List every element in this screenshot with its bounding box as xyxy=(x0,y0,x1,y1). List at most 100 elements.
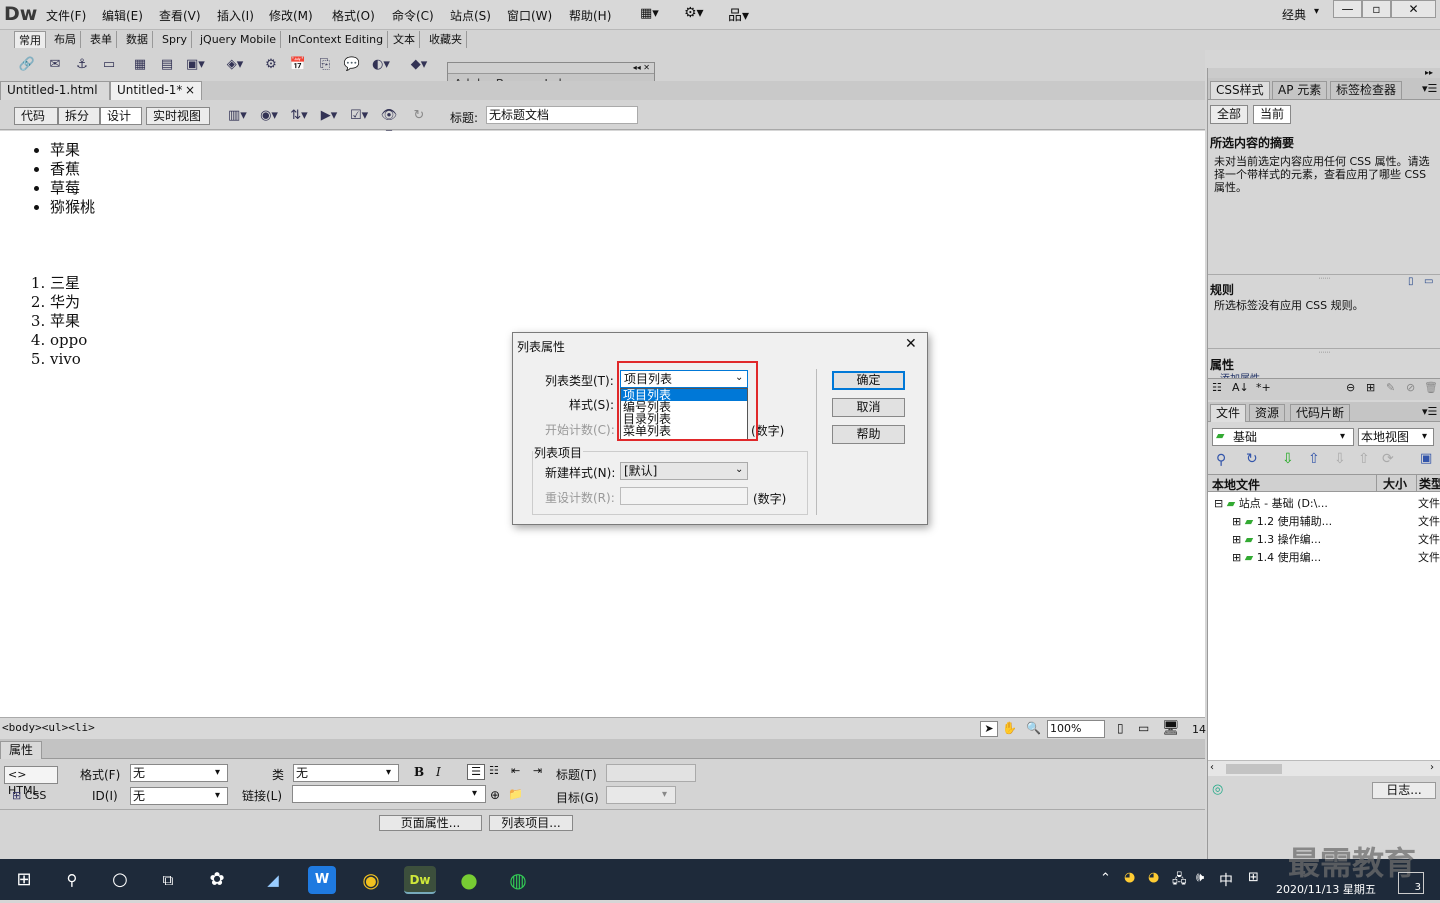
tab-jquery-mobile[interactable]: jQuery Mobile xyxy=(196,31,282,48)
show-cascade-icon[interactable]: ▭ xyxy=(1424,276,1433,287)
tab-ap-elements[interactable]: AP 元素 xyxy=(1272,81,1328,99)
table-icon[interactable]: ▦ xyxy=(131,56,149,74)
layout-icon[interactable]: ▦▾ xyxy=(640,6,659,21)
tab-layout[interactable]: 布局 xyxy=(50,31,81,48)
media-icon[interactable]: ◈▾ xyxy=(226,56,244,74)
expand-icon[interactable]: ▣ xyxy=(1420,451,1432,466)
unordered-list[interactable]: 苹果 香蕉 草莓 猕猴桃 xyxy=(30,141,95,217)
file-tree[interactable]: ⊟ ▰ 站点 - 基础 (D:\... 文件 ⊞ ▰ 1.2 使用辅助... 文… xyxy=(1208,492,1440,760)
restore-button[interactable]: ▫ xyxy=(1362,0,1391,18)
indent-icon[interactable]: ⇥ xyxy=(533,764,542,777)
design-view-button[interactable]: 设计 xyxy=(100,107,142,125)
menu-view[interactable]: 查看(V) xyxy=(159,7,201,24)
zoom-icon[interactable]: 🔍 xyxy=(1026,721,1041,735)
sync-icon[interactable]: ⟳ xyxy=(1382,451,1394,467)
props-tab[interactable]: 属性 xyxy=(0,741,43,759)
tree-row[interactable]: ⊞ ▰ 1.2 使用辅助... xyxy=(1232,513,1332,529)
link-input[interactable] xyxy=(292,785,486,803)
tab-spry[interactable]: Spry xyxy=(158,31,192,48)
list-item[interactable]: oppo xyxy=(50,331,87,350)
col-size[interactable]: 大小 xyxy=(1376,475,1416,491)
list-item[interactable]: 草莓 xyxy=(50,179,95,198)
image-icon[interactable]: ▣▾ xyxy=(186,56,205,74)
tab-files[interactable]: 文件 xyxy=(1210,404,1247,422)
hr-icon[interactable]: ▭ xyxy=(100,56,118,74)
head-icon[interactable]: ◐▾ xyxy=(372,56,390,74)
tray-expand-icon[interactable]: ⌃ xyxy=(1100,871,1111,886)
tag-selector[interactable]: <body><ul><li> xyxy=(2,721,95,734)
list-item[interactable]: 华为 xyxy=(50,293,87,312)
file-management-icon[interactable]: ⇅▾ xyxy=(290,107,308,125)
tab-incontext[interactable]: InContext Editing xyxy=(284,31,389,48)
menu-site[interactable]: 站点(S) xyxy=(450,7,491,24)
list-item[interactable]: 苹果 xyxy=(50,141,95,160)
tab-text[interactable]: 文本 xyxy=(389,31,420,48)
menu-insert[interactable]: 插入(I) xyxy=(217,7,254,24)
tab-tag-inspector[interactable]: 标签检查器 xyxy=(1330,81,1403,99)
panel-collapse-icon[interactable]: ◂◂ ✕ xyxy=(448,63,654,73)
close-button[interactable]: ✕ xyxy=(1391,0,1436,18)
volume-icon[interactable]: 🕪 xyxy=(1196,870,1204,885)
notification-icon[interactable]: 3 xyxy=(1398,872,1424,894)
splitter[interactable]: ⋯⋯ xyxy=(1208,348,1440,356)
visual-aids-icon[interactable]: 👁▾ xyxy=(380,107,398,141)
bold-button[interactable]: B xyxy=(414,765,424,779)
expand-icon[interactable]: ⊞ xyxy=(1232,515,1241,528)
cortana-icon[interactable]: ○ xyxy=(106,866,134,894)
browser-app-icon[interactable]: ◍ xyxy=(504,866,532,894)
code-view-button[interactable]: 代码 xyxy=(14,107,58,125)
task-view-icon[interactable]: ⧉ xyxy=(154,866,182,894)
ok-button[interactable]: 确定 xyxy=(832,371,905,390)
tree-row[interactable]: ⊞ ▰ 1.4 使用编... xyxy=(1232,549,1321,565)
div-icon[interactable]: ▤ xyxy=(158,56,176,74)
format-select[interactable]: 无 xyxy=(130,764,228,782)
site-status-icon[interactable]: ◎ xyxy=(1212,782,1223,797)
w3c-icon[interactable]: ▶▾ xyxy=(320,107,338,125)
minimize-button[interactable]: — xyxy=(1333,0,1362,18)
list-item[interactable]: 猕猴桃 xyxy=(50,198,95,217)
list-item-button[interactable]: 列表项目... xyxy=(489,815,573,831)
list-item[interactable]: vivo xyxy=(50,350,87,369)
gear-icon[interactable]: ⚙▾ xyxy=(684,5,704,21)
tab-favorites[interactable]: 收藏夹 xyxy=(425,31,467,48)
browse-folder-icon[interactable]: 📁 xyxy=(508,787,523,801)
workspace-switcher[interactable]: 经典 xyxy=(1282,6,1306,23)
panel-collapse-icon[interactable]: ▸▸ xyxy=(1208,68,1440,78)
id-select[interactable]: 无 xyxy=(130,787,228,805)
css-mode-button[interactable]: ⊞ CSS xyxy=(12,789,46,802)
edit-rule-icon[interactable]: ✎ xyxy=(1386,381,1395,394)
list-item[interactable]: 香蕉 xyxy=(50,160,95,179)
tab-data[interactable]: 数据 xyxy=(122,31,153,48)
search-icon[interactable]: ⚲ xyxy=(58,866,86,894)
checkin-icon[interactable]: ⇧ xyxy=(1358,451,1370,467)
outdent-icon[interactable]: ⇤ xyxy=(511,764,520,777)
collapse-icon[interactable]: ⊟ xyxy=(1214,497,1223,510)
menu-format[interactable]: 格式(O) xyxy=(332,7,375,24)
pointer-icon[interactable]: ➤ xyxy=(980,721,998,737)
date-icon[interactable]: 📅 xyxy=(289,56,307,74)
clock-date[interactable]: 2020/11/13 星期五 xyxy=(1276,881,1376,897)
reset-count-input[interactable] xyxy=(620,487,748,505)
html-mode-button[interactable]: <> HTML xyxy=(4,766,58,797)
anchor-icon[interactable]: ⚓ xyxy=(73,56,91,74)
live-view-button[interactable]: 实时视图 xyxy=(146,107,210,125)
list-item[interactable]: 苹果 xyxy=(50,312,87,331)
keyboard-icon[interactable]: ⊞ xyxy=(1248,870,1259,885)
multiscreen-icon[interactable]: ▥▾ xyxy=(228,107,247,125)
menu-edit[interactable]: 编辑(E) xyxy=(102,7,143,24)
server-include-icon[interactable]: ⎘ xyxy=(316,56,334,74)
connect-icon[interactable]: ⚲ xyxy=(1216,452,1226,468)
current-mode-button[interactable]: 当前 xyxy=(1253,105,1292,124)
category-view-icon[interactable]: ☷ xyxy=(1212,381,1222,394)
dreamweaver-taskbar-icon[interactable]: Dw xyxy=(404,866,436,894)
site-icon[interactable]: 品▾ xyxy=(728,5,749,25)
expand-icon[interactable]: ⊞ xyxy=(1232,533,1241,546)
doc-title-input[interactable]: 无标题文档 xyxy=(486,106,638,124)
menu-help[interactable]: 帮助(H) xyxy=(569,7,611,24)
checkout-icon[interactable]: ⇩ xyxy=(1334,451,1346,467)
doc-tab-active[interactable]: Untitled-1* × xyxy=(110,81,202,100)
ime-indicator[interactable]: 中 xyxy=(1219,870,1233,890)
qq-icon[interactable]: ◕ xyxy=(1148,870,1159,885)
hand-icon[interactable]: ✋ xyxy=(1002,721,1017,735)
all-mode-button[interactable]: 全部 xyxy=(1210,105,1249,124)
